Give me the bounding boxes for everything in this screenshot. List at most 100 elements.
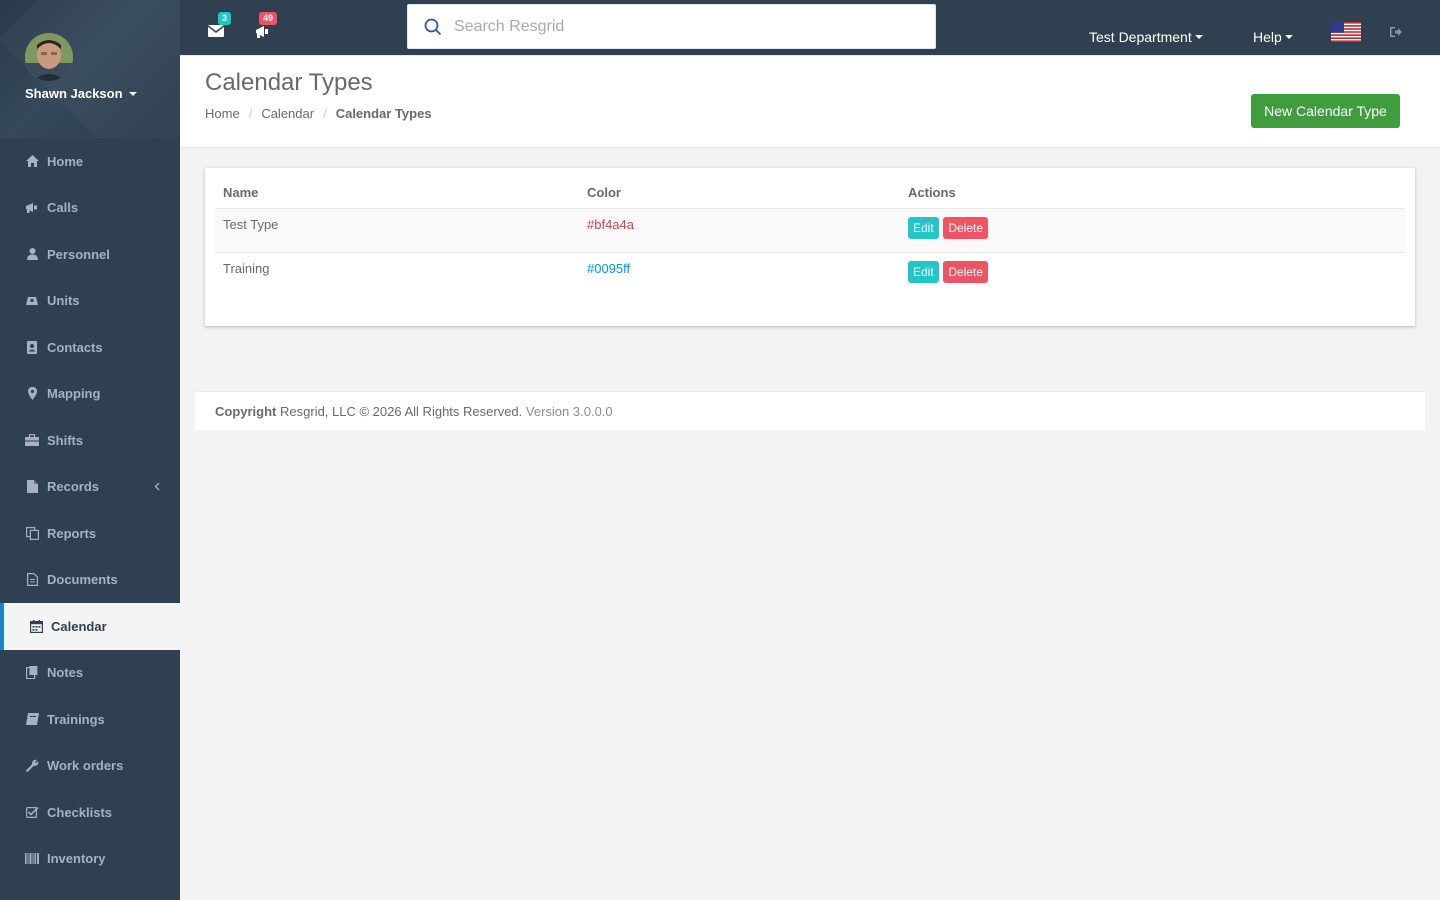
check-square-icon (25, 805, 39, 819)
department-dropdown[interactable]: Test Department (1089, 29, 1203, 45)
barcode-icon (25, 852, 39, 866)
sidebar-item-label: Units (47, 293, 80, 309)
book-icon (25, 712, 39, 726)
sidebar-item-documents[interactable]: Documents (0, 557, 180, 604)
sidebar-item-mapping[interactable]: Mapping (0, 371, 180, 418)
delete-button[interactable]: Delete (943, 216, 988, 239)
sidebar-item-personnel[interactable]: Personnel (0, 231, 180, 278)
us-flag-icon[interactable] (1331, 22, 1361, 42)
sign-out-icon (1390, 27, 1402, 37)
sidebar-item-home[interactable]: Home (0, 138, 180, 185)
calendar-types-panel: Name Color Actions Test Type #bf4a4a Edi… (205, 168, 1415, 326)
sidebar-item-trainings[interactable]: Trainings (0, 696, 180, 743)
calls-badge: 49 (259, 12, 278, 25)
sidebar-item-label: Calendar (51, 618, 107, 634)
file-icon (25, 480, 39, 494)
delete-button[interactable]: Delete (943, 260, 988, 283)
sidebar-item-label: Contacts (47, 339, 103, 355)
page-title: Calendar Types (205, 69, 373, 96)
sidebar-item-notes[interactable]: Notes (0, 650, 180, 697)
breadcrumb-separator: / (323, 106, 327, 121)
sidebar-item-label: Calls (47, 200, 79, 216)
user-name: Shawn Jackson (25, 86, 123, 101)
home-icon (25, 154, 39, 168)
breadcrumb-calendar[interactable]: Calendar (261, 106, 314, 121)
sidebar-item-inventory[interactable]: Inventory (0, 836, 180, 883)
page-heading: Calendar Types Home / Calendar / Calenda… (180, 56, 1440, 148)
edit-button[interactable]: Edit (908, 216, 939, 239)
sidebar-item-reports[interactable]: Reports (0, 510, 180, 557)
breadcrumb-home[interactable]: Home (205, 106, 240, 121)
clipboard-icon (25, 666, 39, 680)
calendar-icon (29, 619, 43, 633)
address-book-icon (25, 340, 39, 354)
breadcrumb-separator: / (248, 106, 253, 121)
messages-badge: 3 (218, 12, 232, 25)
profile-panel: Shawn Jackson (0, 0, 180, 138)
user-icon (25, 247, 39, 261)
sidebar-item-label: Home (47, 153, 84, 169)
sidebar-item-label: Inventory (47, 851, 106, 867)
search-icon (424, 18, 442, 35)
new-calendar-type-button[interactable]: New Calendar Type (1251, 94, 1400, 128)
envelope-icon (208, 25, 224, 37)
type-color: #bf4a4a (579, 207, 900, 252)
search-input[interactable] (454, 17, 894, 36)
sidebar-item-checklists[interactable]: Checklists (0, 789, 180, 836)
column-header-name: Name (215, 174, 579, 209)
map-marker-icon (25, 387, 39, 401)
sidebar-item-units[interactable]: Units (0, 278, 180, 325)
department-label: Test Department (1089, 29, 1192, 45)
caret-down-icon (1194, 35, 1203, 39)
sidebar-item-label: Work orders (47, 758, 124, 774)
copyright-text: Resgrid, LLC © 2026 All Rights Reserved. (280, 404, 523, 419)
footer: Copyright Resgrid, LLC © 2026 All Rights… (195, 391, 1425, 430)
help-label: Help (1253, 29, 1282, 45)
sidebar-item-work-orders[interactable]: Work orders (0, 743, 180, 790)
avatar[interactable] (25, 33, 73, 81)
sidebar-item-label: Mapping (47, 386, 101, 402)
breadcrumb: Home / Calendar / Calendar Types (205, 106, 432, 121)
sidebar-item-calendar[interactable]: Calendar (0, 603, 180, 650)
breadcrumb-current: Calendar Types (335, 106, 432, 121)
sidebar: Shawn Jackson Home Calls Personnel Units Con… (0, 0, 180, 900)
sidebar-item-label: Trainings (47, 711, 105, 727)
version-text: Version 3.0.0.0 (525, 404, 613, 419)
wrench-icon (25, 759, 39, 773)
sidebar-item-shifts[interactable]: Shifts (0, 417, 180, 464)
chevron-left-icon (154, 480, 160, 494)
sidebar-item-contacts[interactable]: Contacts (0, 324, 180, 371)
caret-down-icon (1284, 35, 1293, 39)
table-row: Test Type #bf4a4a Edit Delete (215, 207, 1405, 252)
user-menu[interactable]: Shawn Jackson (25, 86, 137, 101)
bullhorn-icon (25, 201, 39, 215)
copyright-label: Copyright (215, 404, 277, 419)
help-dropdown[interactable]: Help (1253, 29, 1293, 45)
top-navbar: 3 49 Test Department Help (180, 0, 1440, 56)
truck-icon (25, 294, 39, 308)
type-name: Training (215, 251, 579, 296)
sidebar-nav: Home Calls Personnel Units Contacts Mapping Sh… (0, 138, 180, 882)
file-text-icon (25, 573, 39, 587)
column-header-actions: Actions (900, 174, 1405, 209)
sidebar-item-label: Documents (47, 572, 118, 588)
sidebar-item-label: Records (47, 479, 100, 495)
table-row: Training #0095ff Edit Delete (215, 251, 1405, 296)
calendar-types-table: Name Color Actions Test Type #bf4a4a Edi… (215, 174, 1405, 296)
messages-button[interactable]: 3 (208, 12, 232, 38)
logout-button[interactable] (1389, 26, 1403, 38)
sidebar-item-calls[interactable]: Calls (0, 185, 180, 232)
sidebar-item-records[interactable]: Records (0, 464, 180, 511)
calls-button[interactable]: 49 (255, 12, 278, 38)
sidebar-item-label: Shifts (47, 432, 84, 448)
copy-icon (25, 526, 39, 540)
sidebar-item-label: Personnel (47, 246, 110, 262)
table-header-row: Name Color Actions (215, 174, 1405, 209)
briefcase-icon (25, 433, 39, 447)
search-bar (407, 4, 936, 49)
row-actions: Edit Delete (900, 207, 1405, 252)
caret-down-icon (128, 91, 137, 96)
edit-button[interactable]: Edit (908, 260, 939, 283)
column-header-color: Color (579, 174, 900, 209)
type-name: Test Type (215, 207, 579, 252)
